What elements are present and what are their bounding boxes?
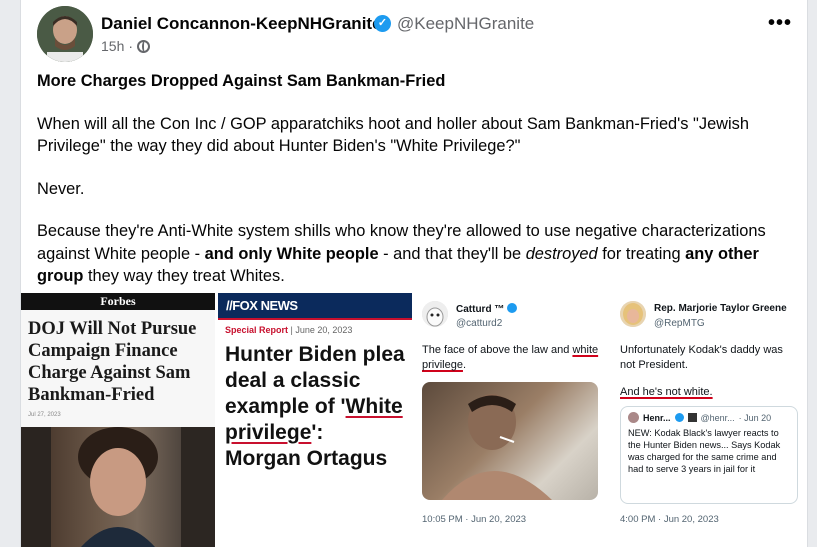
p3-bold: and only White people bbox=[204, 244, 379, 263]
post-time[interactable]: 15h bbox=[101, 38, 124, 54]
mtg-text-1: Unfortunately Kodak's daddy was not Pres… bbox=[620, 344, 783, 371]
mtg-time: 4:00 PM · Jun 20, 2023 bbox=[620, 514, 719, 525]
p3-part: for treating bbox=[597, 244, 686, 263]
verified-badge-icon bbox=[674, 413, 684, 422]
catturd-time: 10:05 PM · Jun 20, 2023 bbox=[422, 514, 527, 525]
post-paragraph-2: Never. bbox=[37, 179, 85, 198]
author-avatar[interactable] bbox=[37, 6, 93, 62]
catturd-photo bbox=[422, 382, 598, 500]
verified-badge-icon: ✓ bbox=[374, 15, 391, 32]
mtg-text: Unfortunately Kodak's daddy was not Pres… bbox=[620, 343, 800, 400]
image-fox[interactable]: //FOX NEWS Special Report | June 20, 202… bbox=[218, 293, 412, 547]
mtg-name: Rep. Marjorie Taylor Greene bbox=[654, 303, 787, 314]
fox-headline: Hunter Biden plea deal a classic example… bbox=[218, 335, 412, 472]
fox-subheader: Special Report | June 20, 2023 bbox=[218, 320, 412, 335]
post-meta: 15h · bbox=[101, 38, 151, 54]
catturd-avatar bbox=[422, 301, 448, 327]
mtg-avatar bbox=[620, 301, 646, 327]
catturd-text: The face of above the law and white priv… bbox=[422, 343, 602, 373]
image-forbes[interactable]: Forbes DOJ Will Not Pursue Campaign Fina… bbox=[21, 293, 215, 547]
verified-badge-icon bbox=[507, 303, 518, 313]
forbes-logo: Forbes bbox=[21, 293, 215, 310]
catturd-text-part: . bbox=[462, 359, 467, 371]
mtg-text-2: And he's not white. bbox=[620, 386, 713, 398]
mtg-name-text: Rep. Marjorie Taylor Greene bbox=[654, 303, 787, 314]
p3-part: they way they treat Whites. bbox=[83, 267, 285, 285]
affiliate-badge-icon bbox=[687, 413, 697, 422]
image-mtg-tweet[interactable]: Rep. Marjorie Taylor Greene @RepMTG Unfo… bbox=[614, 293, 807, 547]
p3-part: - and that they'll be bbox=[378, 244, 526, 263]
meta-separator: · bbox=[128, 38, 134, 54]
fox-logo: //FOX NEWS bbox=[218, 293, 412, 318]
catturd-name-text: Catturd ™ bbox=[456, 304, 505, 315]
post-card: Daniel Concannon-KeepNHGranite ✓ @KeepNH… bbox=[20, 0, 808, 547]
more-options-icon[interactable]: ••• bbox=[768, 12, 792, 35]
author-name[interactable]: Daniel Concannon-KeepNHGranite bbox=[101, 14, 382, 34]
post-paragraph-1: When will all the Con Inc / GOP apparatc… bbox=[37, 114, 749, 156]
quote-handle: @henr... bbox=[700, 412, 735, 423]
forbes-photo bbox=[21, 427, 215, 547]
post-title: More Charges Dropped Against Sam Bankman… bbox=[37, 72, 446, 90]
catturd-handle: @catturd2 bbox=[456, 318, 503, 329]
catturd-text-part: The face of above the law and bbox=[422, 344, 573, 356]
image-catturd-tweet[interactable]: Catturd ™ @catturd2 The face of above th… bbox=[416, 293, 610, 547]
p3-italic: destroyed bbox=[525, 244, 598, 263]
quote-text: NEW: Kodak Black's lawyer reacts to the … bbox=[628, 428, 781, 474]
quote-date: · Jun 20 bbox=[738, 412, 772, 423]
fox-section: Special Report bbox=[225, 325, 289, 335]
post-paragraph-3: Because they're Anti-White system shills… bbox=[37, 220, 797, 288]
forbes-headline: DOJ Will Not Pursue Campaign Finance Cha… bbox=[28, 319, 197, 405]
fox-date: | June 20, 2023 bbox=[288, 325, 353, 335]
globe-icon bbox=[137, 39, 151, 53]
image-grid: Forbes DOJ Will Not Pursue Campaign Fina… bbox=[21, 293, 807, 547]
quote-name: Henr... bbox=[643, 412, 671, 423]
fox-brand: FOX NEWS bbox=[232, 298, 298, 313]
author-handle[interactable]: @KeepNHGranite bbox=[397, 14, 534, 34]
mtg-handle: @RepMTG bbox=[654, 318, 705, 329]
quote-avatar bbox=[628, 412, 639, 423]
forbes-date: Jul 27, 2023 bbox=[28, 412, 61, 418]
quote-header: Henr... @henr... · Jun 20 bbox=[628, 412, 790, 423]
post-body: More Charges Dropped Against Sam Bankman… bbox=[37, 70, 797, 308]
quoted-tweet[interactable]: Henr... @henr... · Jun 20 NEW: Kodak Bla… bbox=[620, 406, 798, 504]
catturd-name: Catturd ™ bbox=[456, 303, 518, 315]
